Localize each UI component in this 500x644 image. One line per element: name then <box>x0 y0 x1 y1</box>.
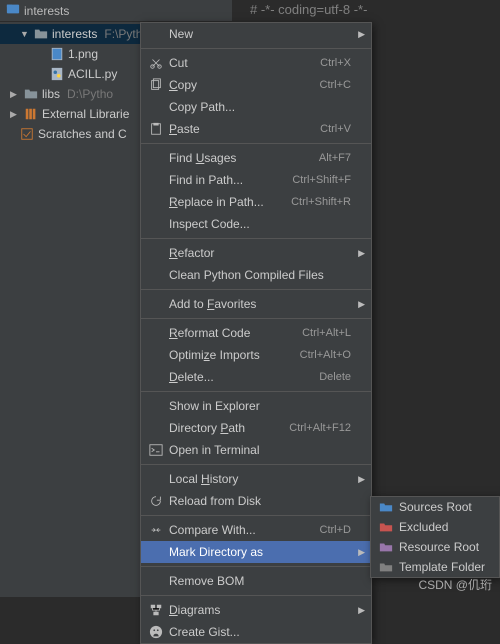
menu-item-copy[interactable]: CopyCtrl+C <box>141 74 371 96</box>
menu-item-reload-from-disk[interactable]: Reload from Disk <box>141 490 371 512</box>
menu-item-find-usages[interactable]: Find UsagesAlt+F7 <box>141 147 371 169</box>
menu-item-add-to-favorites[interactable]: Add to Favorites▶ <box>141 293 371 315</box>
folder-icon <box>377 560 395 574</box>
menu-item-reformat-code[interactable]: Reformat CodeCtrl+Alt+L <box>141 322 371 344</box>
menu-item-replace-in-path-[interactable]: Replace in Path...Ctrl+Shift+R <box>141 191 371 213</box>
menu-item-directory-path[interactable]: Directory PathCtrl+Alt+F12 <box>141 417 371 439</box>
menu-item-local-history[interactable]: Local History▶ <box>141 468 371 490</box>
context-menu: New▶ CutCtrl+XCopyCtrl+CCopy Path...Paste… <box>140 22 372 644</box>
breadcrumb-title: interests <box>24 4 69 18</box>
compare-icon <box>147 523 165 537</box>
paste-icon <box>147 122 165 136</box>
folder-icon <box>34 27 48 41</box>
cut-icon <box>147 56 165 70</box>
mark-directory-submenu: Sources RootExcludedResource RootTemplat… <box>370 496 500 578</box>
submenu-item-resource-root[interactable]: Resource Root <box>371 537 499 557</box>
scratch-icon <box>20 127 34 141</box>
chevron-right-icon: ▶ <box>10 89 20 100</box>
menu-item-remove-bom[interactable]: Remove BOM <box>141 570 371 592</box>
menu-item-diagrams[interactable]: Diagrams▶ <box>141 599 371 621</box>
menu-item-refactor[interactable]: Refactor▶ <box>141 242 371 264</box>
chevron-right-icon: ▶ <box>358 248 365 259</box>
folder-icon <box>24 87 38 101</box>
menu-item-inspect-code-[interactable]: Inspect Code... <box>141 213 371 235</box>
watermark: CSDN @仉珩 <box>418 576 492 593</box>
menu-item-delete-[interactable]: Delete...Delete <box>141 366 371 388</box>
menu-item-new[interactable]: New▶ <box>141 23 371 45</box>
reload-icon <box>147 494 165 508</box>
python-file-icon <box>50 67 64 81</box>
menu-item-compare-with-[interactable]: Compare With...Ctrl+D <box>141 519 371 541</box>
submenu-item-template-folder[interactable]: Template Folder <box>371 557 499 577</box>
breadcrumb[interactable]: interests <box>0 0 232 22</box>
menu-item-mark-directory-as[interactable]: Mark Directory as▶ <box>141 541 371 563</box>
menu-item-paste[interactable]: PasteCtrl+V <box>141 118 371 140</box>
menu-item-find-in-path-[interactable]: Find in Path...Ctrl+Shift+F <box>141 169 371 191</box>
diagram-icon <box>147 603 165 617</box>
menu-item-clean-python-compiled-files[interactable]: Clean Python Compiled Files <box>141 264 371 286</box>
chevron-right-icon: ▶ <box>358 547 365 558</box>
submenu-item-excluded[interactable]: Excluded <box>371 517 499 537</box>
library-icon <box>24 107 38 121</box>
folder-icon <box>377 520 395 534</box>
github-icon <box>147 625 165 639</box>
submenu-item-sources-root[interactable]: Sources Root <box>371 497 499 517</box>
chevron-down-icon: ▼ <box>20 29 30 39</box>
chevron-right-icon: ▶ <box>10 109 20 120</box>
menu-item-show-in-explorer[interactable]: Show in Explorer <box>141 395 371 417</box>
menu-item-create-gist-[interactable]: Create Gist... <box>141 621 371 643</box>
image-file-icon <box>50 47 64 61</box>
menu-item-open-in-terminal[interactable]: Open in Terminal <box>141 439 371 461</box>
chevron-right-icon: ▶ <box>358 299 365 310</box>
chevron-right-icon: ▶ <box>358 29 365 40</box>
menu-item-optimize-imports[interactable]: Optimize ImportsCtrl+Alt+O <box>141 344 371 366</box>
menu-item-copy-path-[interactable]: Copy Path... <box>141 96 371 118</box>
folder-icon <box>377 500 395 514</box>
chevron-right-icon: ▶ <box>358 605 365 616</box>
project-icon <box>6 2 20 19</box>
copy-icon <box>147 78 165 92</box>
term-icon <box>147 443 165 457</box>
menu-item-cut[interactable]: CutCtrl+X <box>141 52 371 74</box>
chevron-right-icon: ▶ <box>358 474 365 485</box>
folder-icon <box>377 540 395 554</box>
